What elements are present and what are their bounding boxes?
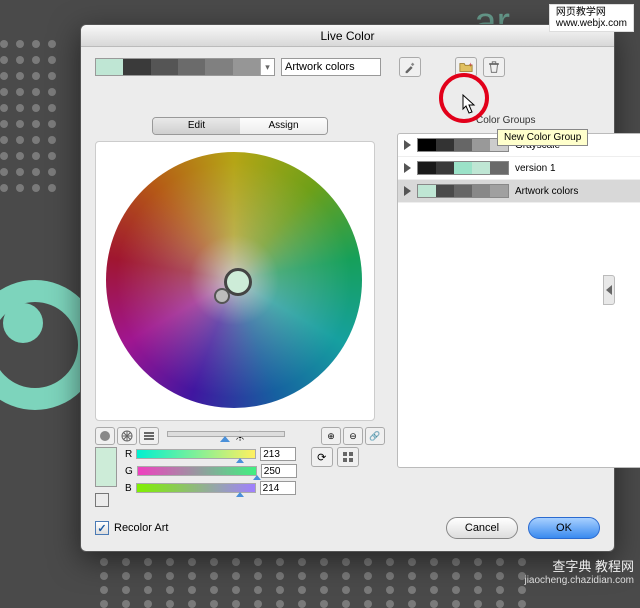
b-slider[interactable] bbox=[136, 483, 256, 493]
cursor-pointer-icon bbox=[459, 93, 479, 117]
color-wheel-frame bbox=[95, 141, 375, 421]
g-slider[interactable] bbox=[137, 466, 257, 476]
g-value-input[interactable] bbox=[261, 464, 297, 478]
group-swatch bbox=[417, 184, 509, 198]
group-swatch bbox=[417, 138, 509, 152]
watermark-top: 网页教学网 www.webjx.com bbox=[549, 4, 634, 32]
b-value-input[interactable] bbox=[260, 481, 296, 495]
watermark-bottom-sub: jiaocheng.chazidian.com bbox=[524, 575, 634, 586]
gear-icon bbox=[120, 429, 134, 443]
bars-button[interactable] bbox=[139, 427, 159, 445]
bg-ring-dot bbox=[3, 303, 43, 343]
get-colors-button[interactable] bbox=[399, 57, 421, 77]
color-picker-secondary[interactable] bbox=[214, 288, 230, 304]
segmented-wheel-button[interactable] bbox=[117, 427, 137, 445]
disclosure-triangle-icon[interactable] bbox=[404, 186, 411, 196]
ok-button[interactable]: OK bbox=[528, 517, 600, 539]
cancel-button[interactable]: Cancel bbox=[446, 517, 518, 539]
trash-icon bbox=[487, 60, 501, 74]
r-label: R bbox=[125, 449, 132, 460]
current-color-swatch bbox=[95, 447, 117, 487]
recolor-art-label: Recolor Art bbox=[114, 522, 168, 534]
b-label: B bbox=[125, 483, 132, 494]
color-group-item[interactable]: version 1 bbox=[398, 157, 640, 180]
new-color-group-button[interactable]: + bbox=[455, 57, 477, 77]
disclosure-triangle-icon[interactable] bbox=[404, 140, 411, 150]
add-color-button[interactable]: ⊕ bbox=[321, 427, 341, 445]
link-harmony-button[interactable]: 🔗 bbox=[365, 427, 385, 445]
circle-icon bbox=[98, 429, 112, 443]
active-swatch-bar[interactable]: ▾ bbox=[95, 58, 275, 76]
eyedropper-icon bbox=[403, 60, 417, 74]
g-label: G bbox=[125, 466, 133, 477]
tooltip: New Color Group bbox=[497, 129, 588, 146]
watermark-bottom: 查字典 教程网 jiaocheng.chazidian.com bbox=[524, 556, 634, 586]
recolor-art-checkbox[interactable]: ✓ bbox=[95, 521, 109, 535]
disclosure-triangle-icon[interactable] bbox=[404, 163, 411, 173]
edit-assign-tabs: Edit Assign bbox=[152, 117, 328, 135]
watermark-bottom-main: 查字典 教程网 bbox=[524, 556, 634, 575]
bars-icon bbox=[142, 429, 156, 443]
swatch-name-input[interactable] bbox=[281, 58, 381, 76]
r-slider[interactable] bbox=[136, 449, 256, 459]
link-icon: 🔗 bbox=[369, 431, 380, 442]
plus-tool-icon: ⊕ bbox=[327, 431, 335, 442]
color-grid-button[interactable] bbox=[337, 447, 359, 467]
live-color-dialog: Live Color ▾ + Color Groups New Color Gr… bbox=[80, 24, 615, 552]
color-group-item[interactable]: Artwork colors bbox=[398, 180, 640, 203]
minus-tool-icon: ⊖ bbox=[349, 431, 357, 442]
cycle-icon: ⟳ bbox=[317, 451, 326, 464]
dialog-title: Live Color bbox=[81, 25, 614, 47]
panel-collapse-handle[interactable] bbox=[603, 275, 615, 305]
chevron-left-icon bbox=[606, 285, 612, 295]
swap-color-button[interactable]: ⟳ bbox=[311, 447, 333, 467]
color-model-button[interactable] bbox=[95, 493, 109, 507]
brightness-slider[interactable] bbox=[167, 431, 285, 437]
tab-edit[interactable]: Edit bbox=[153, 118, 240, 134]
grid-icon bbox=[341, 450, 355, 464]
color-groups-label: Color Groups bbox=[476, 115, 535, 126]
group-swatch bbox=[417, 161, 509, 175]
group-name: version 1 bbox=[515, 163, 556, 174]
svg-text:+: + bbox=[469, 62, 473, 69]
remove-color-button[interactable]: ⊖ bbox=[343, 427, 363, 445]
color-wheel[interactable] bbox=[106, 152, 362, 408]
chevron-down-icon[interactable]: ▾ bbox=[260, 59, 274, 75]
tab-assign[interactable]: Assign bbox=[240, 118, 327, 134]
smooth-wheel-button[interactable] bbox=[95, 427, 115, 445]
r-value-input[interactable] bbox=[260, 447, 296, 461]
delete-color-group-button[interactable] bbox=[483, 57, 505, 77]
group-name: Artwork colors bbox=[515, 186, 578, 197]
folder-plus-icon: + bbox=[459, 60, 473, 74]
